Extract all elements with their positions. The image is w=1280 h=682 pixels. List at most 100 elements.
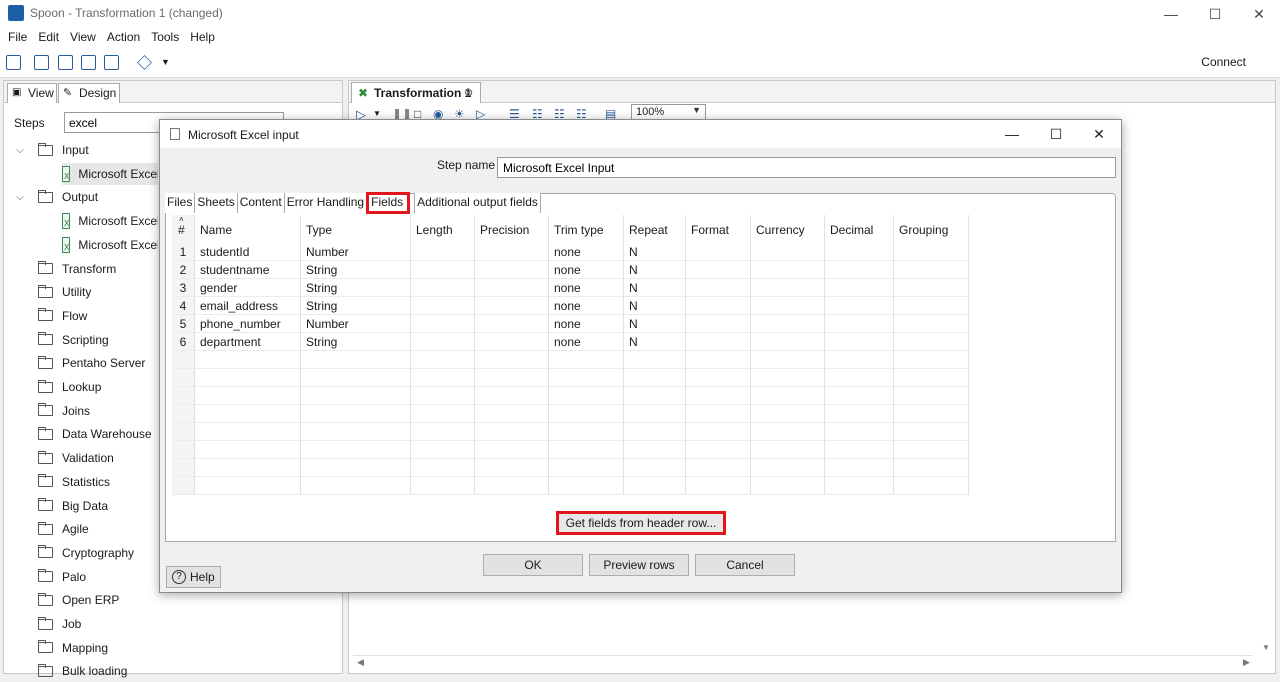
table-cell[interactable] [411,297,475,315]
table-cell[interactable] [751,261,825,279]
tab-view[interactable]: ▣ View [7,83,57,103]
table-cell[interactable] [411,261,475,279]
column-header[interactable]: Repeat [624,215,686,243]
table-cell[interactable] [686,261,751,279]
table-cell[interactable] [894,261,969,279]
dialog-close-icon[interactable]: ✕ [1077,120,1121,148]
connect-button[interactable]: Connect [1201,55,1246,69]
table-cell[interactable] [894,279,969,297]
layers-icon[interactable] [137,55,152,70]
row-number-cell[interactable]: 2 [172,261,195,279]
table-cell[interactable]: Number [301,315,411,333]
table-cell[interactable]: N [624,243,686,261]
table-cell[interactable] [825,243,894,261]
tab-content[interactable]: Content [237,193,285,213]
canvas-horizontal-scrollbar[interactable]: ◀ ▶ [353,655,1253,669]
tab-close-icon[interactable]: ⊗ [464,86,473,99]
tab-error-handling[interactable]: Error Handling [284,193,368,213]
table-cell[interactable]: String [301,279,411,297]
open-file-icon[interactable] [34,55,49,70]
table-cell[interactable]: gender [195,279,301,297]
table-cell[interactable] [686,315,751,333]
table-cell[interactable] [825,279,894,297]
table-cell[interactable] [751,315,825,333]
preview-rows-button[interactable]: Preview rows [589,554,689,576]
table-cell[interactable]: department [195,333,301,351]
table-cell[interactable] [475,315,549,333]
tab-additional-output-fields[interactable]: Additional output fields [414,193,541,213]
table-cell[interactable]: N [624,297,686,315]
dialog-maximize-icon[interactable]: ☐ [1034,120,1078,148]
table-cell[interactable] [894,315,969,333]
column-header[interactable]: Format [686,215,751,243]
table-cell[interactable] [825,333,894,351]
step-name-input[interactable] [497,157,1116,178]
table-cell[interactable] [411,333,475,351]
row-number-cell[interactable]: 1 [172,243,195,261]
column-header[interactable]: Length [411,215,475,243]
table-cell[interactable]: none [549,279,624,297]
column-header[interactable]: Grouping [894,215,969,243]
help-button[interactable]: ? Help [166,566,221,588]
tab-sheets[interactable]: Sheets [195,193,238,213]
column-header[interactable]: Decimal [825,215,894,243]
table-cell[interactable]: String [301,261,411,279]
dialog-minimize-icon[interactable]: — [990,120,1034,148]
column-header[interactable]: Currency [751,215,825,243]
tree-folder[interactable]: Mapping [14,637,334,659]
table-cell[interactable] [411,279,475,297]
table-cell[interactable] [751,333,825,351]
table-cell[interactable]: none [549,261,624,279]
table-cell[interactable]: studentname [195,261,301,279]
table-cell[interactable] [411,315,475,333]
tree-step[interactable]: X Microsoft Excel Output [62,210,158,232]
tree-folder[interactable]: Job [14,613,334,635]
menu-edit[interactable]: Edit [38,28,59,46]
scroll-left-icon[interactable]: ◀ [357,657,364,668]
ok-button[interactable]: OK [483,554,583,576]
run-dropdown-icon[interactable]: ▼ [373,109,381,118]
menu-view[interactable]: View [70,28,96,46]
table-cell[interactable]: N [624,261,686,279]
table-cell[interactable]: Number [301,243,411,261]
table-cell[interactable] [894,297,969,315]
row-number-cell[interactable]: 4 [172,297,195,315]
chevron-down-icon[interactable]: ⌵ [14,192,26,203]
table-cell[interactable]: email_address [195,297,301,315]
menu-help[interactable]: Help [190,28,215,46]
table-cell[interactable] [751,297,825,315]
row-number-cell[interactable]: 5 [172,315,195,333]
chevron-down-icon[interactable]: ⌵ [14,145,26,156]
table-cell[interactable] [751,279,825,297]
table-cell[interactable] [686,279,751,297]
tab-design[interactable]: ✎ Design [58,83,120,103]
sort-icon[interactable]: ˄ [179,215,184,224]
table-cell[interactable]: phone_number [195,315,301,333]
save-icon[interactable] [81,55,96,70]
table-cell[interactable]: none [549,297,624,315]
layers-dropdown-icon[interactable]: ▼ [161,57,170,67]
column-header[interactable]: Type [301,215,411,243]
maximize-icon[interactable]: ☐ [1192,0,1238,28]
column-header[interactable]: Trim type [549,215,624,243]
minimize-icon[interactable]: — [1148,0,1194,28]
table-cell[interactable]: none [549,315,624,333]
explore-repository-icon[interactable] [58,55,73,70]
table-cell[interactable]: none [549,333,624,351]
scroll-down-icon[interactable]: ▼ [1262,643,1270,652]
table-cell[interactable] [475,279,549,297]
table-cell[interactable] [825,297,894,315]
cancel-button[interactable]: Cancel [695,554,795,576]
table-cell[interactable] [475,333,549,351]
tab-fields[interactable]: Fields [366,192,411,214]
tree-step[interactable]: X Microsoft Excel Writer [62,234,158,256]
tab-transformation[interactable]: ✖ Transformation 1 ⊗ [351,82,481,103]
tree-step[interactable]: X Microsoft Excel Input [62,162,158,185]
column-header[interactable]: Precision [475,215,549,243]
table-cell[interactable] [686,243,751,261]
menu-tools[interactable]: Tools [151,28,179,46]
table-cell[interactable]: none [549,243,624,261]
tree-folder[interactable]: Bulk loading [14,660,334,682]
table-cell[interactable]: String [301,297,411,315]
canvas-vertical-scrollbar[interactable]: ▼ [1259,121,1273,661]
